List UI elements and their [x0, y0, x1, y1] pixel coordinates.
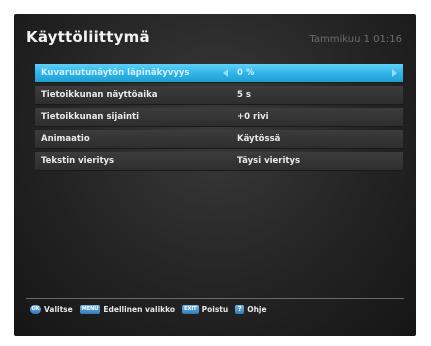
menu-item-text-scroll[interactable]: Tekstin vieritys Täysi vieritys: [35, 152, 403, 171]
menu-key-icon: MENU: [79, 304, 101, 314]
menu-item-value: 0 %: [237, 68, 255, 78]
ok-key-icon: OK: [30, 304, 41, 314]
menu-item-animation[interactable]: Animaatio Käytössä: [35, 130, 403, 149]
help-hint: Ohje: [247, 304, 267, 314]
button-legend: OK Valitse MENU Edellinen valikko EXIT P…: [30, 302, 271, 316]
menu-item-osd-transparency[interactable]: Kuvaruutunäytön läpinäkyvyys 0 %: [35, 64, 403, 83]
exit-hint: Poistu: [201, 304, 229, 314]
menu-item-label: Kuvaruutunäytön läpinäkyvyys: [41, 68, 190, 78]
date-time: Tammikuu 1 01:16: [309, 34, 402, 45]
menu-item-value: Käytössä: [237, 134, 281, 144]
footer-divider: [26, 298, 404, 299]
exit-key-icon: EXIT: [182, 304, 199, 314]
previous-menu-hint: Edellinen valikko: [103, 304, 176, 314]
menu-item-value: 5 s: [237, 90, 251, 100]
tv-menu-screen: Käyttöliittymä Tammikuu 1 01:16 Kuvaruut…: [14, 14, 416, 336]
page-title: Käyttöliittymä: [26, 28, 150, 46]
menu-item-info-display-time[interactable]: Tietoikkunan näyttöaika 5 s: [35, 86, 403, 105]
menu-item-value: Täysi vieritys: [237, 156, 301, 166]
menu-item-value: +0 rivi: [237, 112, 269, 122]
settings-menu: Kuvaruutunäytön läpinäkyvyys 0 % Tietoik…: [35, 64, 403, 174]
menu-item-label: Animaatio: [41, 134, 90, 144]
select-hint: Valitse: [44, 304, 73, 314]
arrow-left-icon[interactable]: [223, 69, 228, 77]
menu-item-label: Tekstin vieritys: [41, 156, 115, 166]
menu-item-label: Tietoikkunan näyttöaika: [41, 90, 158, 100]
arrow-right-icon[interactable]: [392, 69, 397, 77]
help-key-icon: ?: [235, 304, 245, 314]
menu-item-info-position[interactable]: Tietoikkunan sijainti +0 rivi: [35, 108, 403, 127]
menu-item-label: Tietoikkunan sijainti: [41, 112, 140, 122]
